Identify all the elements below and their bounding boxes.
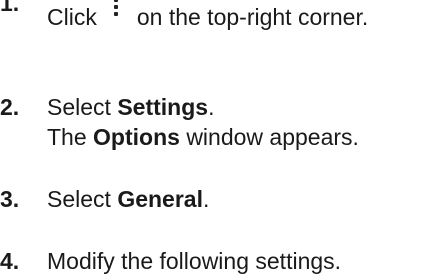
step-emphasis: Settings (117, 94, 209, 120)
step-prefix: Select (47, 186, 111, 212)
step-line-1: Select Settings. (47, 94, 214, 120)
step-text: Click on the top-right corner. (47, 0, 369, 32)
instruction-steps: 1. Click on the top-right corner. 2. Sele… (0, 0, 431, 274)
step-number: 3. (0, 186, 20, 212)
step-number: 1. (0, 0, 20, 16)
step-text-before-icon: Click (47, 4, 97, 30)
step-text: Select General. (47, 184, 209, 214)
step-line-2: The Options window appears. (47, 122, 359, 152)
step-text: Select Settings. The Options window appe… (47, 92, 359, 152)
step-line2-emphasis: Options (93, 124, 180, 150)
step-prefix: Select (47, 94, 111, 120)
step-text: Modify the following settings. (47, 248, 342, 274)
more-vertical-icon (109, 0, 123, 26)
step-emphasis: General (117, 186, 203, 212)
step-suffix: . (208, 94, 215, 120)
step-suffix: . (202, 186, 210, 212)
step-number: 2. (0, 94, 20, 120)
step-line2-prefix: The (47, 124, 87, 150)
step-number: 4. (0, 248, 20, 274)
step-text-after-icon: on the top-right corner. (136, 4, 369, 30)
step-line2-suffix: window appears. (186, 124, 359, 150)
